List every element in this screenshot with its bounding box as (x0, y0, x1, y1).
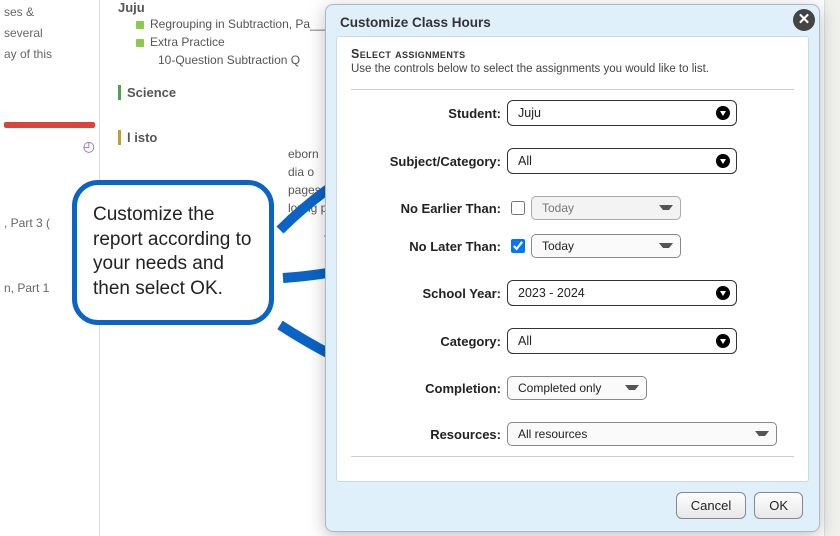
ok-button[interactable]: OK (754, 492, 803, 519)
resources-label: Resources: (351, 427, 507, 442)
no-later-value: Today (542, 239, 574, 253)
no-later-label: No Later Than: (351, 239, 507, 254)
subject-label: Subject/Category: (351, 154, 507, 169)
cancel-button[interactable]: Cancel (676, 492, 746, 519)
category-value: All (518, 334, 532, 348)
completion-select[interactable]: Completed only (507, 376, 647, 400)
resources-select[interactable]: All resources (507, 422, 777, 446)
form-row-subject: Subject/Category: All (351, 148, 794, 174)
dialog-title-bar: Customize Class Hours ✕ (326, 5, 819, 36)
bg-right-edge (824, 0, 840, 536)
form-row-student: Student: Juju (351, 100, 794, 126)
status-dot-icon (136, 39, 144, 47)
divider (351, 89, 794, 90)
status-dot-icon (136, 21, 144, 29)
no-earlier-checkbox[interactable] (511, 201, 525, 215)
no-later-select[interactable]: Today (531, 234, 681, 258)
dialog-close-button[interactable]: ✕ (793, 9, 815, 31)
form-row-school-year: School Year: 2023 - 2024 (351, 280, 794, 306)
clock-icon: ◴ (83, 138, 95, 155)
category-select[interactable]: All (507, 328, 737, 354)
section-heading: Select assignments (351, 47, 794, 61)
no-later-checkbox[interactable] (511, 239, 525, 253)
form-row-category: Category: All (351, 328, 794, 354)
subject-select[interactable]: All (507, 148, 737, 174)
form-row-resources: Resources: All resources (351, 422, 794, 446)
form-row-no-later: No Later Than: Today (351, 234, 794, 258)
resources-value: All resources (518, 427, 587, 441)
dialog-footer: Cancel OK (326, 482, 819, 523)
completion-label: Completion: (351, 381, 507, 396)
form-row-completion: Completion: Completed only (351, 376, 794, 400)
customize-class-hours-dialog: Customize Class Hours ✕ Select assignmen… (325, 4, 820, 532)
annotation-callout: Customize the report according to your n… (72, 180, 274, 325)
no-earlier-select[interactable]: Today (531, 196, 681, 220)
callout-text: Customize the report according to your n… (93, 204, 251, 299)
school-year-select[interactable]: 2023 - 2024 (507, 280, 737, 306)
bg-text-fragment: several (4, 25, 95, 42)
category-label: Category: (351, 334, 507, 349)
close-icon: ✕ (798, 11, 811, 28)
item-label: Extra Practice (150, 35, 225, 49)
school-year-value: 2023 - 2024 (518, 286, 585, 300)
form-row-no-earlier: No Earlier Than: Today (351, 196, 794, 220)
chevron-down-icon (716, 334, 730, 348)
chevron-down-icon (716, 286, 730, 300)
bg-text-fragment: ay of this (4, 46, 95, 63)
student-select[interactable]: Juju (507, 100, 737, 126)
student-label: Student: (351, 106, 507, 121)
no-earlier-value: Today (542, 201, 574, 215)
divider (351, 456, 794, 457)
no-earlier-label: No Earlier Than: (351, 201, 507, 216)
progress-bar (4, 122, 95, 128)
bg-text-fragment: ses & (4, 4, 95, 21)
item-label: 10-Question Subtraction Q (158, 53, 300, 67)
completion-value: Completed only (518, 381, 601, 395)
school-year-label: School Year: (351, 286, 507, 301)
section-hint: Use the controls below to select the ass… (351, 61, 794, 83)
chevron-down-icon (716, 106, 730, 120)
dialog-body: Select assignments Use the controls belo… (336, 36, 809, 482)
subject-value: All (518, 154, 532, 168)
chevron-down-icon (716, 154, 730, 168)
dialog-title: Customize Class Hours (340, 15, 491, 30)
student-value: Juju (518, 106, 541, 120)
